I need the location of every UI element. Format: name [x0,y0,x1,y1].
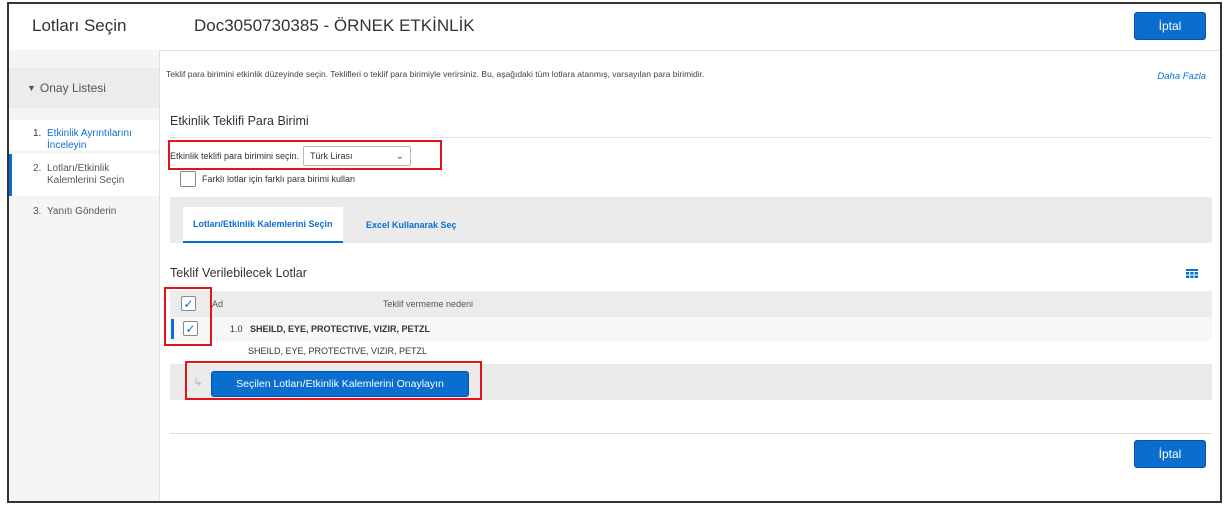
step-number: 3. [33,206,42,217]
tab-excel-select[interactable]: Excel Kullanarak Seç [366,207,457,243]
header-bar: Lotları Seçin Doc3050730385 - ÖRNEK ETKİ… [9,4,1220,51]
row-selected-indicator [171,319,174,339]
row-name: SHEILD, EYE, PROTECTIVE, VIZIR, PETZL [250,324,431,334]
step-number: 2. [33,163,42,174]
lots-section-title: Teklif Verilebilecek Lotlar [170,266,307,280]
more-link[interactable]: Daha Fazla [1157,71,1206,82]
confirm-selected-lots-button[interactable]: Seçilen Lotları/Etkinlik Kalemlerini Ona… [211,371,469,397]
cancel-button-top[interactable]: İptal [1134,12,1206,40]
table-settings-icon[interactable] [1186,269,1198,278]
multi-currency-row: Farklı lotlar için farklı para birimi ku… [180,171,355,187]
row-description: SHEILD, EYE, PROTECTIVE, VIZIR, PETZL [248,346,428,356]
row-number: 1.0 [230,324,243,334]
currency-section-title: Etkinlik Teklifi Para Birimi [170,114,309,128]
document-title: Doc3050730385 - ÖRNEK ETKİNLİK [194,16,475,35]
window-frame: Lotları Seçin Doc3050730385 - ÖRNEK ETKİ… [7,2,1222,503]
currency-row: Etkinlik teklifi para birimini seçin. Tü… [170,146,412,166]
sidebar-step-review-event[interactable]: 1. Etkinlik Ayrıntılarını İnceleyin [9,120,159,151]
select-all-checkbox[interactable]: ✓ [181,296,196,311]
action-bar: ↳ Seçilen Lotları/Etkinlik Kalemlerini O… [170,364,1212,400]
currency-value: Türk Lirası [310,151,353,161]
triangle-down-icon: ▼ [27,83,36,93]
step-label: Etkinlik Ayrıntılarını İnceleyin [47,128,132,151]
multi-currency-checkbox[interactable] [180,171,196,187]
chevron-down-icon: ⌄ [395,150,405,162]
sidebar-step-submit-response[interactable]: 3. Yanıtı Gönderin [9,206,159,226]
row-checkbox[interactable]: ✓ [183,321,198,336]
column-header-name: Ad [212,299,224,309]
table-header: ✓ Ad Teklif vermeme nedeni [170,291,1212,317]
step-number: 1. [33,128,42,139]
currency-label: Etkinlik teklifi para birimini seçin. [170,151,300,161]
main-content: Teklif para birimini etkinlik düzeyinde … [160,50,1220,501]
checklist-header[interactable]: ▼ Onay Listesi [9,68,159,108]
tab-select-lots[interactable]: Lotları/Etkinlik Kalemlerini Seçin [183,207,343,243]
checklist-title: Onay Listesi [39,81,106,95]
sidebar: ▼ Onay Listesi 1. Etkinlik Ayrıntılarını… [9,50,160,501]
return-arrow-icon: ↳ [193,375,204,389]
tab-bar: Lotları/Etkinlik Kalemlerini Seçin Excel… [170,197,1212,243]
sidebar-step-select-lots[interactable]: 2. Lotları/Etkinlik Kalemlerini Seçin [9,154,159,196]
currency-select[interactable]: Türk Lirası ⌄ [303,146,412,166]
page-title: Lotları Seçin [32,16,127,35]
step-label: Lotları/Etkinlik Kalemlerini Seçin [47,163,125,186]
table-row[interactable]: ✓ 1.0 SHEILD, EYE, PROTECTIVE, VIZIR, PE… [170,317,1212,341]
column-header-reason: Teklif vermeme nedeni [383,299,474,309]
footer-divider [170,433,1212,434]
step-label: Yanıtı Gönderin [47,206,117,217]
section-divider [170,137,1212,138]
cancel-button-bottom[interactable]: İptal [1134,440,1206,468]
intro-text: Teklif para birimini etkinlik düzeyinde … [166,69,705,79]
multi-currency-label: Farklı lotlar için farklı para birimi ku… [202,174,356,184]
